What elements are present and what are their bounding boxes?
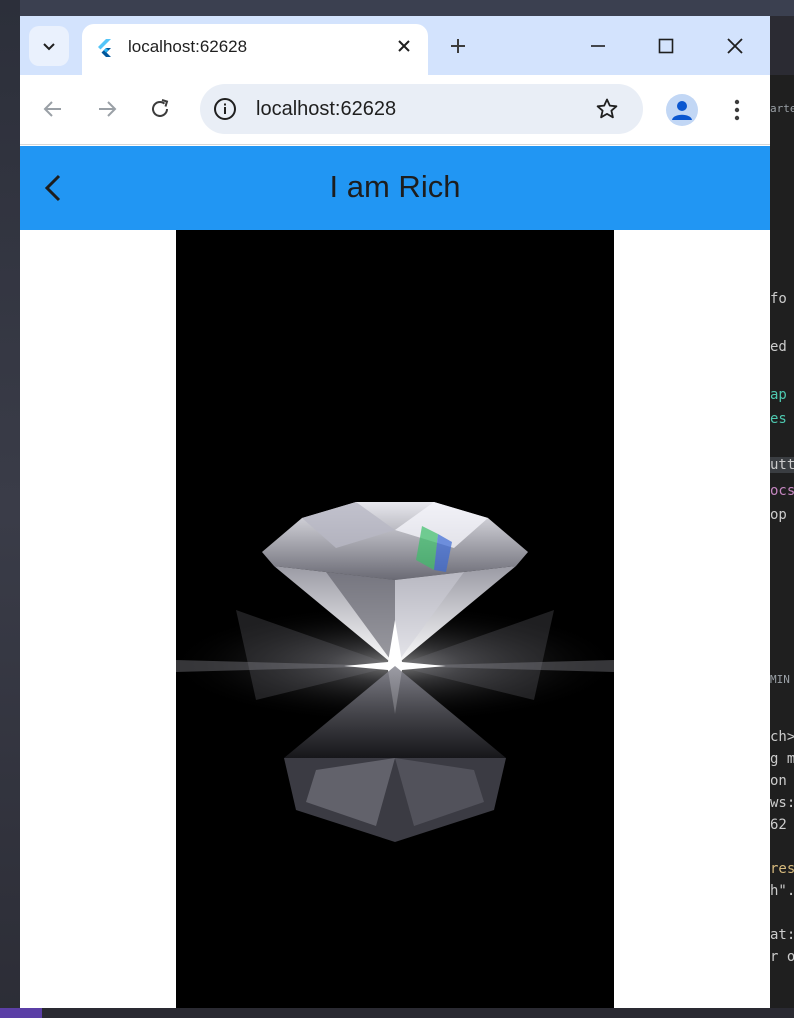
maximize-button[interactable] <box>646 30 686 62</box>
editor-left-edge <box>0 0 20 1018</box>
reload-icon <box>152 99 169 117</box>
tab-title: localhost:62628 <box>128 37 248 56</box>
editor-line: arte <box>770 102 794 115</box>
site-info-button[interactable] <box>212 96 238 122</box>
editor-line: utt <box>770 457 794 473</box>
maximize-icon <box>658 38 674 54</box>
chevron-down-icon <box>43 43 55 51</box>
person-icon <box>672 101 692 120</box>
editor-line: 62 <box>770 817 787 833</box>
editor-line: on <box>770 773 787 789</box>
browser-menu-button[interactable] <box>722 94 752 126</box>
info-icon <box>214 98 236 120</box>
editor-line: ap <box>770 387 787 403</box>
new-tab-button[interactable] <box>444 32 472 60</box>
more-vertical-icon <box>734 99 740 121</box>
bookmark-button[interactable] <box>594 96 620 122</box>
editor-line: ocs <box>770 483 794 499</box>
editor-line: fo <box>770 291 787 307</box>
editor-line: ch> <box>770 729 794 745</box>
diamond-icon <box>176 502 614 842</box>
star-icon <box>596 98 618 119</box>
address-bar[interactable]: localhost:62628 <box>200 84 643 134</box>
profile-button[interactable] <box>666 94 698 126</box>
plus-icon <box>451 39 465 53</box>
app-title: I am Rich <box>329 169 461 204</box>
close-icon <box>398 40 410 52</box>
editor-line: h". <box>770 883 794 899</box>
back-nav-button[interactable] <box>36 92 70 126</box>
editor-line: MIN <box>770 673 790 686</box>
browser-toolbar: localhost:62628 <box>20 75 770 145</box>
editor-line: g m <box>770 751 794 767</box>
close-window-button[interactable] <box>715 30 755 62</box>
diamond-image <box>176 230 614 1008</box>
reload-button[interactable] <box>143 92 177 126</box>
taskbar-accent <box>0 1008 42 1018</box>
editor-line: at: <box>770 927 794 943</box>
close-icon <box>727 38 743 54</box>
editor-line: ed <box>770 339 787 355</box>
app-body <box>20 230 770 1008</box>
minimize-icon <box>591 45 605 47</box>
forward-nav-button[interactable] <box>90 92 124 126</box>
editor-line: op <box>770 507 787 523</box>
editor-line: res <box>770 861 794 877</box>
address-text[interactable]: localhost:62628 <box>256 98 396 121</box>
tab-close-button[interactable] <box>394 36 414 56</box>
taskbar-strip <box>0 1008 794 1018</box>
app-bar: I am Rich <box>20 146 770 230</box>
editor-right-edge: arte fo ed ap es utt ocs op MIN ch> g m … <box>770 75 794 1018</box>
active-tab[interactable]: localhost:62628 <box>82 24 428 75</box>
desktop-top-strip <box>0 0 794 16</box>
editor-line: r o <box>770 949 794 965</box>
tab-search-button[interactable] <box>29 26 69 66</box>
minimize-button[interactable] <box>578 30 618 62</box>
browser-window: localhost:62628 localhost:62628 I am Ric… <box>20 16 770 1008</box>
editor-line: ws: <box>770 795 794 811</box>
arrow-left-icon <box>43 101 61 117</box>
flutter-logo-icon <box>98 39 111 57</box>
editor-line: es <box>770 411 787 427</box>
tab-strip: localhost:62628 <box>20 16 770 75</box>
arrow-right-icon <box>99 101 117 117</box>
